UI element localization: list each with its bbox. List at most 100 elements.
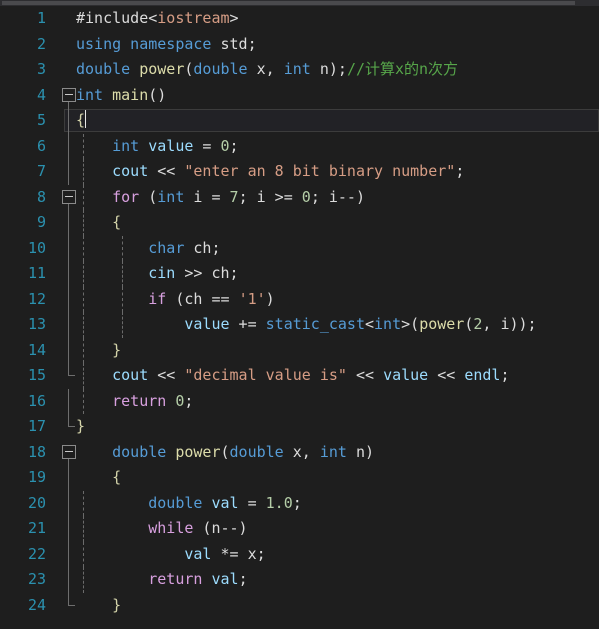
code-line-text[interactable]: { (76, 108, 87, 134)
code-line-text[interactable]: double power(double x, int n) (76, 440, 374, 466)
code-line-text[interactable]: cout << "decimal value is" << value << e… (76, 363, 509, 389)
code-line-text[interactable]: if (ch == '1') (76, 287, 274, 313)
code-line[interactable]: 13 value += static_cast<int>(power(2, i)… (0, 312, 599, 338)
code-line[interactable]: 9 { (0, 210, 599, 236)
code-token-ctl: for (112, 187, 140, 206)
line-number: 16 (27, 391, 46, 410)
code-line-text[interactable]: #include<iostream> (76, 6, 239, 32)
code-line[interactable]: 20 double val = 1.0; (0, 490, 599, 517)
code-line[interactable]: 10 char ch; (0, 235, 599, 262)
code-line[interactable]: 19 { (0, 465, 599, 491)
line-number: 1 (36, 9, 46, 27)
code-line-text[interactable]: double val = 1.0; (76, 491, 302, 517)
code-line[interactable]: 12 if (ch == '1') (0, 286, 599, 313)
code-token-var: cout (112, 162, 149, 180)
code-token-plain: (n--) (193, 519, 248, 537)
fold-region-line (68, 210, 69, 236)
code-text-area[interactable]: 1 #include<iostream> 2 using namespace std;… (0, 6, 599, 629)
line-number: 19 (27, 468, 46, 486)
code-line-text[interactable]: return val; (76, 567, 247, 593)
code-line-text[interactable]: cin >> ch; (76, 261, 239, 287)
code-line-text[interactable]: char ch; (76, 236, 221, 262)
code-token-plain: ch; (184, 238, 221, 257)
code-line-text[interactable]: val *= x; (76, 542, 265, 568)
code-token-plain: i = (184, 187, 230, 206)
code-line[interactable]: 18 double power(double x, int n) (0, 440, 599, 466)
code-line-text[interactable]: } (76, 593, 121, 619)
code-line[interactable]: 1 #include<iostream> (0, 6, 599, 32)
code-line-text[interactable]: while (n--) (76, 516, 248, 542)
code-line-text[interactable]: return 0; (76, 389, 193, 415)
code-line[interactable]: 8 for (int i = 7; i >= 0; i--) (0, 184, 599, 211)
code-token-plain: >> ch; (175, 264, 239, 282)
code-line[interactable]: 4 int main() (0, 83, 599, 109)
code-line-text[interactable]: { (76, 465, 121, 491)
code-line[interactable]: 5{ (0, 108, 599, 134)
fold-collapse-icon[interactable] (62, 189, 76, 204)
fold-region-line (68, 159, 69, 185)
code-token-plain: ; i >= (238, 187, 302, 206)
code-line[interactable]: 6 int value = 0; (0, 133, 599, 160)
code-line[interactable]: 15 cout << "decimal value is" << value <… (0, 363, 599, 389)
line-number: 9 (36, 213, 46, 231)
code-line[interactable]: 21 while (n--) (0, 516, 599, 542)
fold-region-line (68, 567, 69, 593)
code-line-text[interactable]: double power(double x, int n);//计算x的n次方 (76, 57, 458, 83)
code-token-var: value (148, 136, 194, 155)
scrollbar-thumb[interactable] (2, 1, 575, 5)
code-line-text[interactable]: int main() (76, 83, 166, 109)
fold-region-line (68, 465, 69, 491)
current-line-highlight (64, 109, 599, 132)
code-token-kw: double (112, 442, 167, 461)
code-token-ctl: return (112, 391, 167, 410)
code-line[interactable]: 22 val *= x; (0, 541, 599, 568)
code-line-text[interactable]: int value = 0; (76, 134, 238, 160)
code-line-text[interactable]: } (76, 338, 121, 364)
code-token-plain: << (346, 366, 384, 384)
code-line[interactable]: 16 return 0; (0, 388, 599, 415)
code-token-str: iostream (157, 9, 230, 27)
code-token-fn: main (112, 85, 149, 104)
code-line-text[interactable]: cout << "enter an 8 bit binary number"; (76, 159, 464, 185)
code-line[interactable]: 3 double power(double x, int n);//计算x的n次方 (0, 57, 599, 83)
code-line[interactable]: 2 using namespace std; (0, 32, 599, 58)
code-line-text[interactable]: } (76, 414, 85, 440)
code-line[interactable]: 24 } (0, 592, 599, 619)
code-line[interactable]: 11 cin >> ch; (0, 261, 599, 287)
code-token-str: "enter an 8 bit binary number" (184, 162, 456, 180)
code-line[interactable]: 14 } (0, 337, 599, 364)
code-token-ctl: while (148, 519, 194, 537)
code-line[interactable]: 7 cout << "enter an 8 bit binary number"… (0, 159, 599, 185)
code-token-kw: int (283, 60, 311, 78)
code-editor[interactable]: 1 #include<iostream> 2 using namespace std;… (0, 0, 599, 629)
code-token-plain: > (229, 9, 239, 27)
fold-collapse-icon[interactable] (62, 444, 76, 459)
code-line-text[interactable]: using namespace std; (76, 32, 257, 58)
code-line-text[interactable]: for (int i = 7; i >= 0; i--) (76, 185, 365, 211)
code-token-plain: < (365, 315, 375, 333)
code-token-var: value (184, 315, 230, 333)
line-number: 18 (27, 442, 46, 461)
line-number: 6 (36, 136, 46, 155)
code-token-plain: ; (247, 34, 257, 53)
fold-region-line (68, 337, 69, 363)
code-line-text[interactable]: { (76, 210, 121, 236)
line-number: 20 (27, 493, 46, 512)
code-line[interactable]: 17} (0, 414, 599, 440)
line-number: 13 (27, 315, 46, 333)
code-line[interactable]: 23 return val; (0, 567, 599, 593)
fold-region-line (68, 108, 69, 134)
code-token-plain: ; (184, 391, 194, 410)
fold-collapse-icon[interactable] (62, 87, 76, 102)
code-token-var: value (383, 366, 429, 384)
code-line-text[interactable]: value += static_cast<int>(power(2, i)); (76, 312, 536, 338)
fold-region-end-marker (68, 592, 75, 606)
